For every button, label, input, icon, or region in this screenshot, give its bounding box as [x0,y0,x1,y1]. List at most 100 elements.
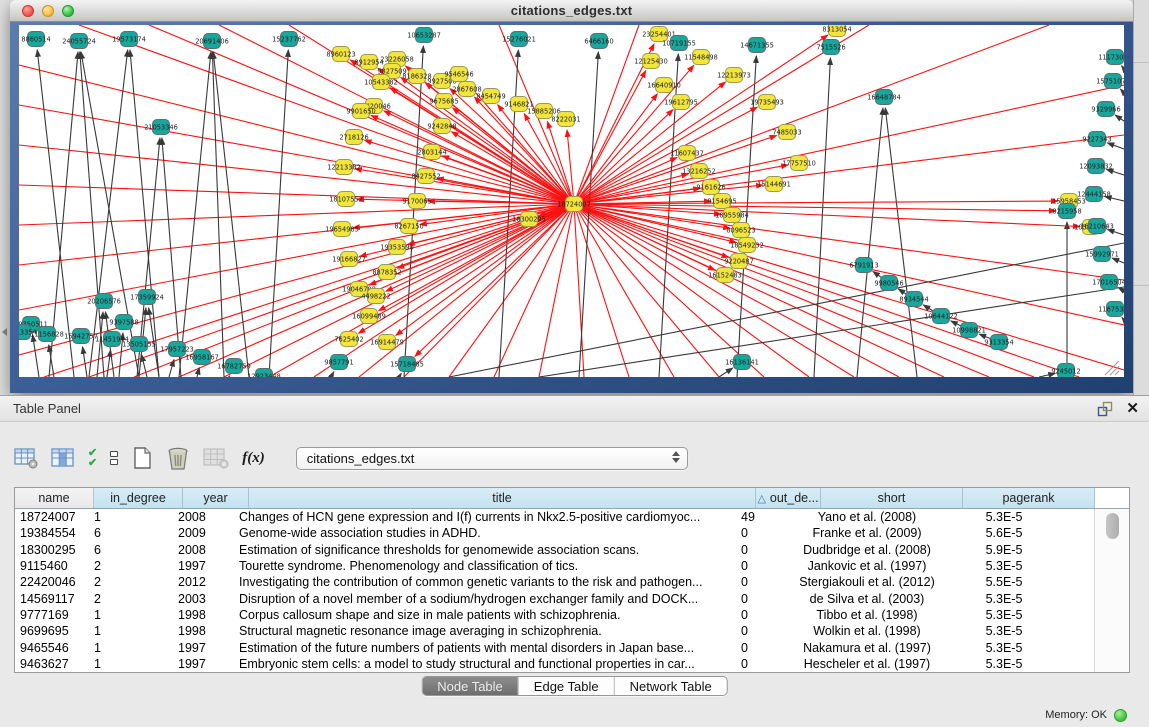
column-header-name[interactable]: name [15,488,94,508]
table-cell[interactable]: 2003 [173,592,234,606]
table-cell[interactable]: 1998 [173,608,234,622]
table-cell[interactable]: 0 [736,526,796,540]
table-scrollbar[interactable] [1094,509,1129,672]
tab-edge-table[interactable]: Edge Table [518,677,614,695]
show-columns-icon[interactable] [51,445,75,471]
table-cell[interactable]: Genome-wide association studies in ADHD. [234,526,736,540]
column-header-pagerank[interactable]: pagerank [963,488,1095,508]
table-cell[interactable]: Disruption of a novel member of a sodium… [234,592,736,606]
table-cell[interactable]: 2 [89,559,173,573]
memory-status-icon[interactable] [1114,709,1127,722]
table-cell[interactable]: 5.3E-5 [938,641,1070,655]
row-height-icon[interactable] [110,445,118,471]
table-row[interactable]: 1938455462009Genome-wide association stu… [15,525,1093,541]
table-cell[interactable]: 1997 [173,657,234,671]
table-cell[interactable]: 2008 [173,510,234,524]
table-cell[interactable]: 0 [736,559,796,573]
table-cell[interactable]: 5.3E-5 [938,559,1070,573]
float-panel-icon[interactable] [1097,401,1113,417]
table-cell[interactable]: Changes of HCN gene expression and I(f) … [234,510,736,524]
new-table-icon[interactable] [131,445,153,471]
table-row[interactable]: 911546021997Tourette syndrome. Phenomeno… [15,558,1093,574]
table-row[interactable]: 1830029562008Estimation of significance … [15,542,1093,558]
import-table-icon[interactable] [203,445,229,471]
column-header-in_degree[interactable]: in_degree [94,488,183,508]
table-cell[interactable]: 22420046 [15,575,89,589]
table-cell[interactable]: 1 [89,608,173,622]
table-cell[interactable]: Hescheler et al. (1997) [796,657,938,671]
table-cell[interactable]: Corpus callosum shape and size in male p… [234,608,736,622]
table-cell[interactable]: Investigating the contribution of common… [234,575,736,589]
table-mode-icon[interactable] [14,445,38,471]
panel-collapse-arrow-icon[interactable] [2,328,7,336]
table-cell[interactable]: 2012 [173,575,234,589]
table-cell[interactable]: 49 [736,510,796,524]
table-cell[interactable]: 9777169 [15,608,89,622]
table-cell[interactable]: 1 [89,657,173,671]
function-builder-icon[interactable]: f(x) [242,445,265,471]
table-cell[interactable]: 1 [89,641,173,655]
delete-table-icon[interactable] [166,445,190,471]
table-cell[interactable]: 19384554 [15,526,89,540]
table-cell[interactable]: Nakamura et al. (1997) [796,641,938,655]
table-cell[interactable]: 0 [736,641,796,655]
table-cell[interactable]: 2 [89,575,173,589]
table-cell[interactable]: 6 [89,526,173,540]
table-cell[interactable]: Tourette syndrome. Phenomenology and cla… [234,559,736,573]
table-cell[interactable]: Tibbo et al. (1998) [796,608,938,622]
column-header-title[interactable]: title [249,488,756,508]
table-cell[interactable]: 5.9E-5 [938,543,1070,557]
close-panel-icon[interactable]: ✕ [1126,399,1139,417]
table-cell[interactable]: 9463627 [15,657,89,671]
table-row[interactable]: 946554611997Estimation of the future num… [15,639,1093,655]
table-cell[interactable]: 2008 [173,543,234,557]
table-cell[interactable]: 2009 [173,526,234,540]
table-cell[interactable]: 5.3E-5 [938,657,1070,671]
column-header-out_de[interactable]: △out_de... [756,488,821,508]
table-cell[interactable]: 14569117 [15,592,89,606]
table-select-dropdown[interactable]: citations_edges.txt [296,447,688,470]
tab-node-table[interactable]: Node Table [422,677,518,695]
table-cell[interactable]: 9115460 [15,559,89,573]
table-cell[interactable]: 2 [89,592,173,606]
table-row[interactable]: 969969511998Structural magnetic resonanc… [15,623,1093,639]
select-all-icon[interactable]: ✔✔ [88,445,97,471]
table-cell[interactable]: 0 [736,543,796,557]
table-row[interactable]: 1872400712008Changes of HCN gene express… [15,509,1093,525]
table-cell[interactable]: 0 [736,592,796,606]
table-cell[interactable]: de Silva et al. (2003) [796,592,938,606]
table-cell[interactable]: 1 [89,624,173,638]
table-cell[interactable]: 1 [89,510,173,524]
table-cell[interactable]: Franke et al. (2009) [796,526,938,540]
table-cell[interactable]: Jankovic et al. (1997) [796,559,938,573]
table-cell[interactable]: 0 [736,575,796,589]
table-cell[interactable]: 5.6E-5 [938,526,1070,540]
network-canvas[interactable]: 1872400789601238912954232260589827509105… [19,25,1124,377]
table-cell[interactable]: 5.3E-5 [938,624,1070,638]
table-row[interactable]: 977716911998Corpus callosum shape and si… [15,607,1093,623]
table-cell[interactable]: 0 [736,608,796,622]
table-cell[interactable]: 5.3E-5 [938,608,1070,622]
table-cell[interactable]: 18724007 [15,510,89,524]
table-cell[interactable]: Yano et al. (2008) [796,510,938,524]
table-cell[interactable]: 0 [736,624,796,638]
network-window-titlebar[interactable]: citations_edges.txt [10,0,1133,22]
table-cell[interactable]: Wolkin et al. (1998) [796,624,938,638]
table-cell[interactable]: 9465546 [15,641,89,655]
column-header-short[interactable]: short [821,488,963,508]
table-cell[interactable]: 1997 [173,559,234,573]
table-cell[interactable]: Stergiakouli et al. (2012) [796,575,938,589]
table-cell[interactable]: Structural magnetic resonance image aver… [234,624,736,638]
table-cell[interactable]: 5.5E-5 [938,575,1070,589]
table-cell[interactable]: Embryonic stem cells: a model to study s… [234,657,736,671]
table-cell[interactable]: Dudbridge et al. (2008) [796,543,938,557]
table-cell[interactable]: 5.3E-5 [938,592,1070,606]
tab-network-table[interactable]: Network Table [614,677,727,695]
table-row[interactable]: 1456911722003Disruption of a novel membe… [15,590,1093,606]
table-cell[interactable]: 9699695 [15,624,89,638]
column-header-year[interactable]: year [183,488,249,508]
table-row[interactable]: 946362711997Embryonic stem cells: a mode… [15,656,1093,672]
network-graph[interactable]: 1872400789601238912954232260589827509105… [19,25,1124,377]
scrollbar-thumb[interactable] [1106,513,1119,539]
table-cell[interactable]: 18300295 [15,543,89,557]
